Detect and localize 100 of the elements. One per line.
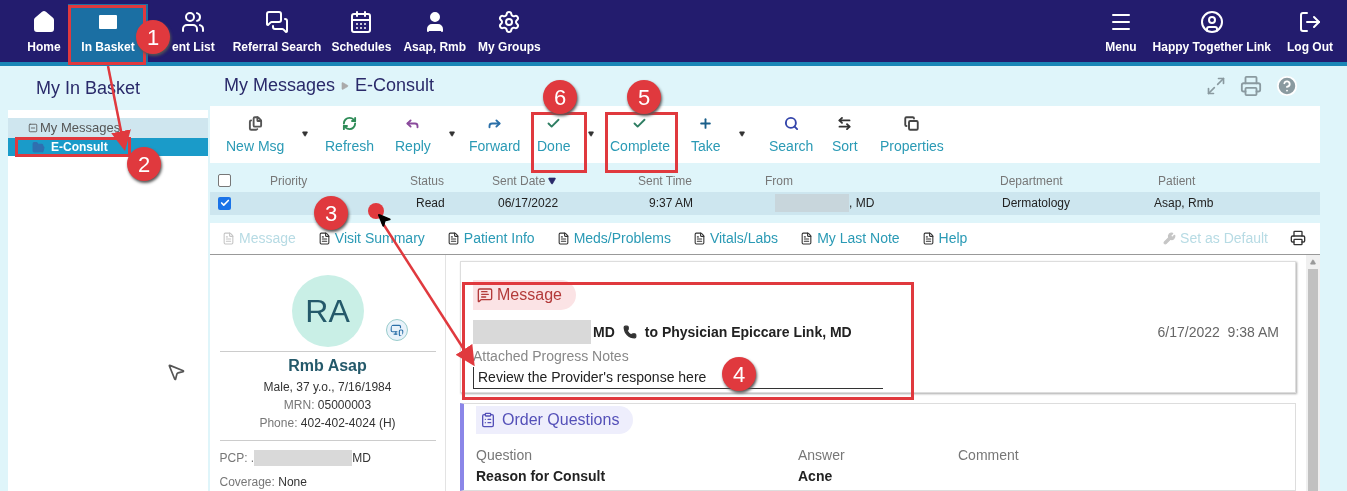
cursor-icon	[376, 212, 392, 228]
document-icon	[556, 231, 570, 245]
table-cell-text: Reason for Consult	[476, 467, 607, 486]
nav-item[interactable]: Referral Search	[228, 4, 326, 62]
search-icon	[783, 116, 799, 132]
recipient-name: to Physician Epiccare Link, MD	[644, 322, 852, 342]
nav-item[interactable]: Menu	[1099, 4, 1143, 62]
nav-item[interactable]: Happy Together Link	[1146, 4, 1277, 62]
message-datetime: 6/17/2022 9:38 AM	[1157, 322, 1279, 342]
click-marker	[368, 203, 384, 219]
calendar-icon	[349, 10, 374, 34]
toolbar-button[interactable]: Reply	[395, 116, 431, 158]
document-icon	[800, 231, 814, 245]
column-header[interactable]: Priority	[270, 171, 308, 190]
column-header[interactable]: Sent Time	[638, 171, 693, 190]
toolbar-button[interactable]: Sort	[832, 116, 858, 158]
content-tab[interactable]: Vitals/Labs	[692, 227, 779, 249]
sort-icon	[837, 116, 853, 132]
nav-item[interactable]: Log Out	[1281, 4, 1339, 62]
highlight-frame	[531, 112, 587, 173]
step-number-badge: 6	[543, 80, 577, 114]
content-tab[interactable]: Patient Info	[446, 227, 535, 249]
avatar: RA	[291, 275, 364, 347]
table-cell-text: Asap, Rmb	[1154, 195, 1215, 213]
column-header[interactable]: From	[765, 171, 793, 190]
toolbar-button[interactable]: Search	[769, 116, 814, 158]
wrench-icon	[1163, 231, 1177, 245]
toolbar-button[interactable]: Take	[691, 116, 721, 158]
scrollbar[interactable]	[1306, 255, 1320, 491]
nav-item[interactable]: ent List	[172, 4, 215, 62]
table-cell-text: Acne	[798, 467, 833, 486]
breadcrumb-item: E-Consult	[355, 74, 435, 98]
patient-mrn: MRN: 05000003	[283, 397, 372, 414]
patient-demographics: Male, 37 y.o., 7/16/1984	[263, 379, 392, 396]
dropdown-caret-icon[interactable]	[588, 130, 595, 137]
video-visit-icon[interactable]	[385, 319, 408, 341]
column-header[interactable]: Patient	[1158, 171, 1196, 190]
toolbar-button[interactable]: Done	[537, 116, 571, 158]
content-tab[interactable]: My Last Note	[800, 227, 900, 249]
settings-icon	[497, 10, 522, 34]
breadcrumb-item[interactable]: My Messages	[224, 72, 336, 100]
tree-item[interactable]: My Messages	[8, 118, 208, 138]
message-icon	[477, 287, 493, 303]
document-icon	[317, 231, 331, 245]
document-icon	[692, 231, 706, 245]
table-cell-text: 06/17/2022	[498, 195, 560, 213]
phone-icon[interactable]	[622, 325, 637, 339]
dropdown-caret-icon[interactable]	[738, 130, 745, 137]
print-icon[interactable]	[1290, 230, 1306, 247]
column-header[interactable]: Department	[1000, 171, 1063, 190]
toolbar-button[interactable]: New Msg	[226, 116, 285, 158]
nav-item[interactable]: Schedules	[325, 4, 398, 62]
sort-arrow-icon	[548, 176, 557, 185]
toolbar-button[interactable]: Complete	[610, 116, 670, 158]
nav-item[interactable]: Home	[20, 4, 68, 62]
document-icon	[921, 231, 935, 245]
scroll-up-arrow-icon[interactable]	[1310, 259, 1316, 265]
column-header[interactable]: Sent Date	[492, 171, 557, 190]
column-header: Answer	[798, 446, 846, 465]
clipboard-icon	[480, 412, 496, 428]
patient-phone: Phone: 402-402-4024 (H)	[259, 415, 396, 432]
table-cell-text: Read	[416, 195, 446, 213]
pcp-value: MD	[352, 450, 371, 467]
table-cell-text: Dermatology	[1002, 195, 1072, 213]
note-title: Attached Progress Notes	[473, 347, 630, 366]
nav-item[interactable]: My Groups	[472, 4, 547, 62]
document-icon	[222, 231, 235, 245]
people-icon	[181, 10, 206, 34]
row-checkbox[interactable]	[218, 196, 231, 210]
documents-icon	[904, 116, 920, 132]
content-tab[interactable]: Help	[921, 227, 968, 249]
help-icon[interactable]	[1276, 74, 1298, 97]
document-icon	[446, 231, 460, 245]
breadcrumb-separator-icon	[341, 81, 350, 90]
select-all-checkbox[interactable]	[218, 174, 231, 187]
column-header: Question	[476, 446, 534, 465]
table-cell-text: , MD	[849, 195, 875, 213]
house-icon	[32, 10, 56, 34]
dropdown-caret-icon[interactable]	[448, 130, 455, 137]
table-cell-text: 9:37 AM	[649, 195, 695, 213]
folder-icon	[32, 140, 45, 154]
step-number-badge: 5	[627, 80, 661, 114]
documents-icon	[247, 116, 263, 132]
collapse-icon[interactable]	[28, 123, 38, 133]
section-heading: Order Questions	[476, 406, 634, 434]
pcp-label: PCP: .	[219, 450, 255, 467]
nav-item[interactable]: Asap, Rmb	[397, 4, 473, 62]
column-header[interactable]: Status	[410, 171, 445, 190]
person-circle-icon	[1199, 10, 1224, 34]
expand-icon[interactable]	[1206, 75, 1226, 96]
chat-icon	[265, 10, 290, 34]
content-tab[interactable]: Meds/Problems	[556, 227, 671, 249]
logout-icon	[1298, 10, 1322, 34]
toolbar-button[interactable]: Forward	[469, 116, 521, 158]
cursor-icon	[166, 362, 186, 382]
toolbar-button[interactable]: Refresh	[325, 116, 375, 158]
toolbar-button[interactable]: Properties	[880, 116, 944, 158]
dropdown-caret-icon[interactable]	[302, 130, 309, 137]
patient-coverage: Coverage: None	[219, 474, 308, 491]
patient-name[interactable]: Rmb Asap	[288, 354, 367, 378]
